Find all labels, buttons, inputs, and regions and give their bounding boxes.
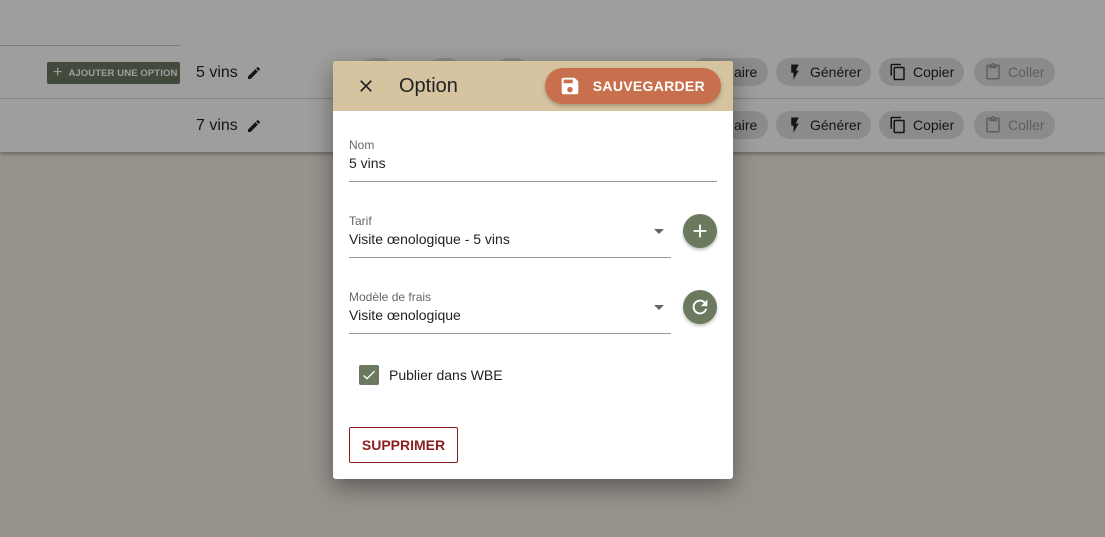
name-label: Nom [349,138,375,152]
field-underline [349,257,671,258]
check-icon [363,370,375,380]
tarif-select[interactable]: Tarif Visite œnologique - 5 vins [349,214,671,258]
dialog-title: Option [399,74,458,97]
add-tarif-button[interactable] [683,214,717,248]
name-field[interactable]: Nom 5 vins [349,138,717,182]
tarif-value: Visite œnologique - 5 vins [349,231,510,247]
dropdown-arrow-icon [654,229,664,234]
field-underline [349,181,717,182]
fee-model-select[interactable]: Modèle de frais Visite œnologique [349,290,671,334]
save-label: SAUVEGARDER [592,78,705,94]
delete-label: SUPPRIMER [361,437,446,453]
fee-model-value: Visite œnologique [349,307,461,323]
save-button[interactable]: SAUVEGARDER [544,68,721,104]
refresh-fee-model-button[interactable] [683,290,717,324]
dialog-header: Option SAUVEGARDER [333,61,733,111]
name-value: 5 vins [349,155,386,171]
fee-model-label: Modèle de frais [349,290,432,304]
publish-checkbox-row[interactable]: Publier dans WBE [359,365,503,385]
tarif-label: Tarif [349,214,372,228]
option-dialog: Option SAUVEGARDER Nom 5 vins Tarif Visi… [333,61,733,479]
publish-checkbox[interactable] [359,365,379,385]
field-underline [349,333,671,334]
publish-label: Publier dans WBE [389,367,503,383]
add-icon [693,224,707,238]
close-button[interactable] [351,71,381,101]
delete-button[interactable]: SUPPRIMER [349,427,458,463]
dropdown-arrow-icon [654,305,664,310]
save-icon [561,77,579,95]
refresh-icon [692,299,708,315]
close-icon [360,80,372,92]
